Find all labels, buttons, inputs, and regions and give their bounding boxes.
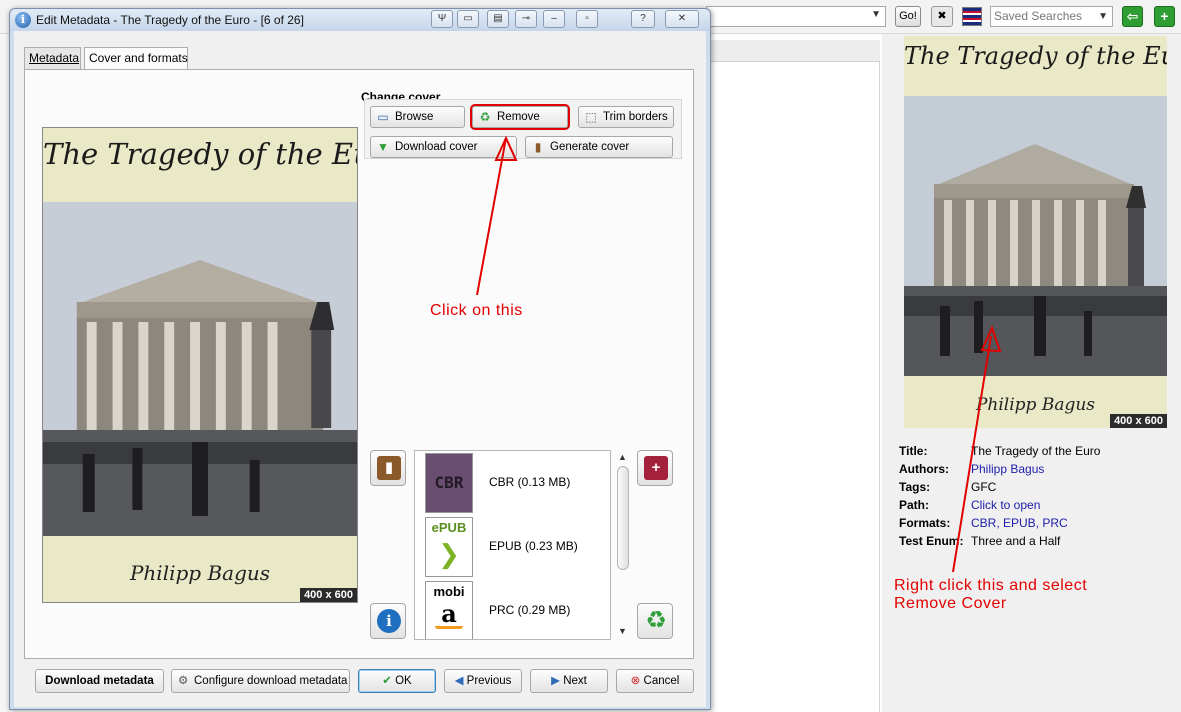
cover-photo: [904, 96, 1167, 376]
chevron-down-icon: ▼: [1098, 11, 1108, 22]
recycle-icon: ♻: [645, 607, 667, 634]
tab-cover-and-formats[interactable]: Cover and formats: [84, 47, 188, 70]
crop-icon: ⬚: [585, 110, 597, 124]
go-button[interactable]: Go!: [895, 6, 921, 27]
path-link[interactable]: Click to open: [971, 498, 1040, 512]
browse-button[interactable]: ▭ Browse: [370, 106, 465, 128]
book-icon: ▮: [377, 456, 401, 480]
left-arrow-icon: ◀: [454, 675, 464, 687]
annotation-right-click-line2: Remove Cover: [894, 595, 1007, 612]
format-item-prc[interactable]: mobi a PRC (0.29 MB): [425, 581, 605, 639]
preview-title: The Tragedy of the Euro: [43, 128, 357, 202]
details-cover-image[interactable]: The Tragedy of the Euro Philipp Bagus 40…: [904, 36, 1167, 428]
mobi-file-icon: mobi a: [425, 581, 473, 639]
annotation-click-text: Click on this: [430, 302, 523, 319]
recycle-icon: ♻: [479, 110, 491, 124]
next-button[interactable]: ▶ Next: [530, 669, 608, 693]
generate-cover-button[interactable]: ▮ Generate cover: [525, 136, 673, 158]
format-item-cbr[interactable]: CBR CBR (0.13 MB): [425, 453, 605, 513]
edit-metadata-dialog: i Edit Metadata - The Tragedy of the Eur…: [9, 8, 711, 710]
dialog-body: Metadata Cover and formats The Tragedy o…: [14, 31, 706, 707]
detail-row-authors: Authors: Philipp Bagus: [899, 462, 1045, 476]
highlight-toggle-icon[interactable]: [962, 7, 982, 26]
clear-search-icon[interactable]: ✖: [931, 6, 953, 27]
set-cover-from-format-button[interactable]: ▮: [370, 450, 406, 486]
change-cover-group: ▭ Browse ♻ Remove ⬚ Trim borders ▼ Download …: [364, 99, 682, 159]
scroll-thumb[interactable]: [617, 466, 629, 570]
dialog-button-bar: Download metadata ⚙ Configure download me…: [14, 665, 706, 705]
formats-list[interactable]: CBR CBR (0.13 MB) ePUB ❯ EPUB (0.23 MB) m…: [414, 450, 611, 640]
cover-formats-panel: The Tragedy of the Euro: [24, 69, 694, 659]
cover-preview[interactable]: The Tragedy of the Euro: [42, 127, 358, 603]
detail-row-test-enum: Test Enum: Three and a Half: [899, 534, 1061, 548]
info-icon: i: [15, 12, 31, 28]
checkmark-icon: ✔: [382, 675, 392, 687]
dialog-title: Edit Metadata - The Tragedy of the Euro …: [36, 13, 304, 27]
saved-searches-combo[interactable]: Saved Searches ▼: [990, 6, 1113, 27]
format-info-button[interactable]: i: [370, 603, 406, 639]
keyboard-icon[interactable]: ▤: [487, 10, 509, 28]
scroll-up-icon[interactable]: ▲: [618, 452, 627, 462]
previous-button[interactable]: ◀ Previous: [444, 669, 522, 693]
remove-cover-button[interactable]: ♻ Remove: [472, 106, 568, 128]
formats-link[interactable]: CBR, EPUB, PRC: [971, 516, 1068, 530]
folder-icon: ▭: [377, 110, 389, 124]
preview-photo: [43, 202, 357, 538]
detail-row-tags: Tags: GFC: [899, 480, 997, 494]
trim-borders-button[interactable]: ⬚ Trim borders: [578, 106, 674, 128]
chevron-down-icon: ▼: [871, 9, 881, 20]
plug-icon[interactable]: ⊸: [515, 10, 537, 28]
minimize-icon[interactable]: –: [543, 10, 565, 28]
close-button[interactable]: ✕: [665, 10, 699, 28]
cover-title: The Tragedy of the Euro: [904, 36, 1167, 96]
gear-icon: ⚙: [178, 675, 189, 687]
cancel-button[interactable]: ⊗ Cancel: [616, 669, 694, 693]
add-saved-search-icon[interactable]: +: [1154, 6, 1175, 27]
tab-metadata[interactable]: Metadata: [24, 47, 81, 69]
detail-row-path: Path: Click to open: [899, 498, 1041, 512]
help-button[interactable]: ?: [631, 10, 655, 28]
scroll-down-icon[interactable]: ▼: [618, 626, 627, 636]
cancel-icon: ⊗: [630, 675, 641, 687]
cbr-file-icon: CBR: [425, 453, 473, 513]
detail-row-formats: Formats: CBR, EPUB, PRC: [899, 516, 1068, 530]
book-icon: ▮: [534, 140, 542, 154]
detail-row-title: Title: The Tragedy of the Euro: [899, 444, 1101, 458]
formats-scrollbar[interactable]: ▲ ▼: [616, 450, 630, 640]
configure-download-metadata-button[interactable]: ⚙ Configure download metadata: [171, 669, 350, 693]
cover-size-badge: 400 x 600: [1110, 414, 1167, 428]
ok-button[interactable]: ✔ OK: [358, 669, 436, 693]
pin-icon[interactable]: Ψ: [431, 10, 453, 28]
add-book-icon: +: [644, 456, 668, 480]
author-link[interactable]: Philipp Bagus: [971, 462, 1044, 476]
book-list[interactable]: [706, 62, 880, 712]
preview-size-badge: 400 x 600: [300, 588, 357, 602]
info-icon: i: [377, 609, 401, 633]
download-arrow-icon: ▼: [377, 140, 389, 154]
back-arrow-icon[interactable]: ⇦: [1122, 6, 1143, 27]
epub-file-icon: ePUB ❯: [425, 517, 473, 577]
annotation-right-click-line1: Right click this and select: [894, 577, 1088, 594]
download-cover-button[interactable]: ▼ Download cover: [370, 136, 517, 158]
remove-format-button[interactable]: ♻: [637, 603, 673, 639]
add-format-button[interactable]: +: [637, 450, 673, 486]
library-header: [706, 40, 880, 62]
book-details: Title: The Tragedy of the Euro Authors: Ph…: [899, 444, 1179, 552]
format-item-epub[interactable]: ePUB ❯ EPUB (0.23 MB): [425, 517, 605, 577]
download-metadata-button[interactable]: Download metadata: [35, 669, 164, 693]
window-icon[interactable]: ▭: [457, 10, 479, 28]
search-combo[interactable]: ▼: [706, 6, 886, 27]
restore-icon[interactable]: ▫: [576, 10, 598, 28]
right-arrow-icon: ▶: [551, 675, 560, 687]
dialog-titlebar[interactable]: i Edit Metadata - The Tragedy of the Eur…: [10, 9, 710, 31]
